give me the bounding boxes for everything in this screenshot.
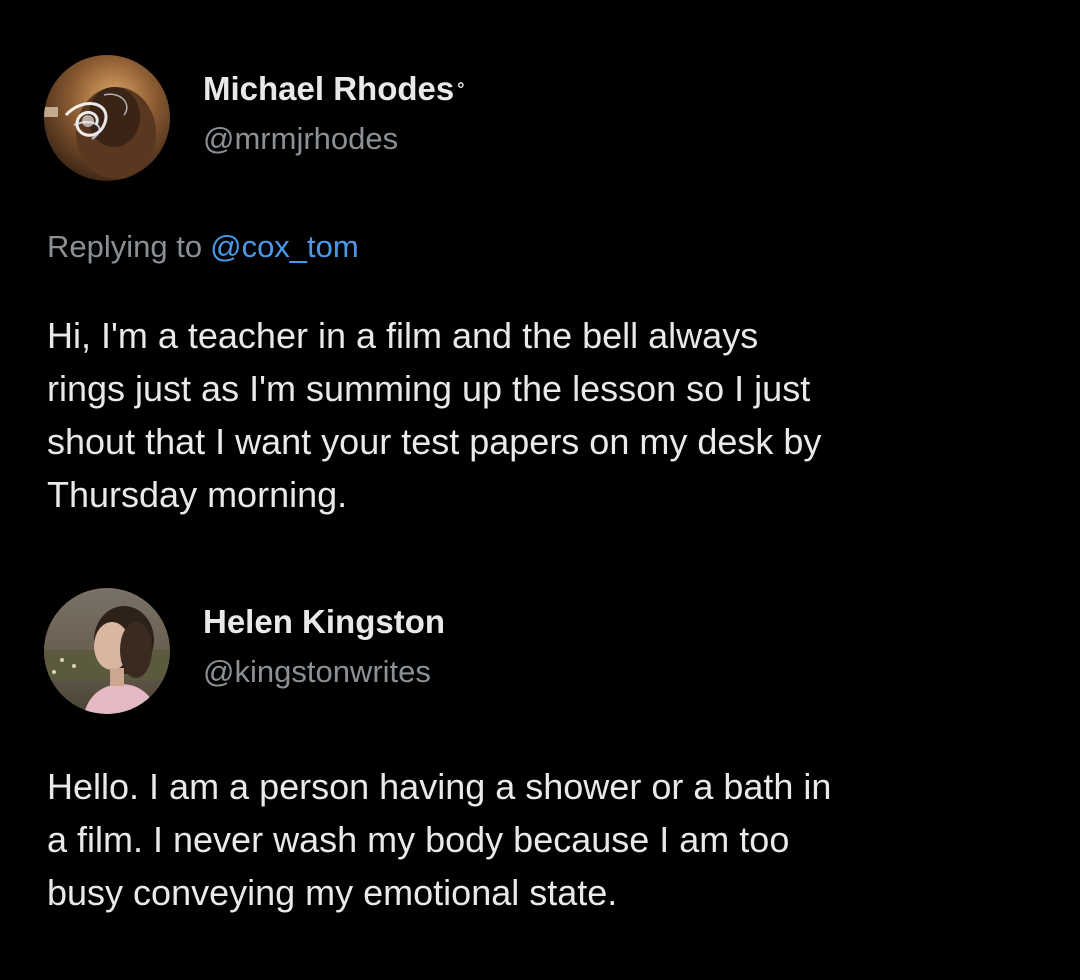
- tweet-text-line: Hello. I am a person having a shower or …: [47, 766, 832, 807]
- tweet-text-line: Hi, I'm a teacher in a film and the bell…: [47, 315, 759, 356]
- avatar[interactable]: [44, 588, 170, 714]
- tweet-text-line: busy conveying my emotional state.: [47, 872, 618, 913]
- author-block: Helen Kingston @kingstonwrites: [203, 602, 445, 692]
- tweet-text: Hello. I am a person having a shower or …: [47, 760, 1037, 919]
- tweet-header: Michael Rhodes ° @mrmjrhodes: [44, 55, 1044, 183]
- tweet-thread-screenshot: Michael Rhodes ° @mrmjrhodes Replying to @…: [0, 0, 1080, 980]
- tweet-text: Hi, I'm a teacher in a film and the bell…: [47, 309, 1037, 521]
- display-name[interactable]: Helen Kingston: [203, 602, 445, 642]
- tweet-text-line: rings just as I'm summing up the lesson …: [47, 368, 811, 409]
- replying-to: Replying to @cox_tom: [47, 227, 359, 267]
- avatar-photo-icon: [44, 588, 170, 714]
- avatar[interactable]: [44, 55, 170, 181]
- replying-to-label: Replying to: [47, 229, 203, 264]
- user-handle[interactable]: @kingstonwrites: [203, 652, 445, 692]
- tweet: Helen Kingston @kingstonwrites Hello. I …: [44, 588, 1044, 913]
- tweet: Michael Rhodes ° @mrmjrhodes Replying to @…: [44, 55, 1044, 515]
- tweet-text-line: a film. I never wash my body because I a…: [47, 819, 790, 860]
- tweet-text-line: Thursday morning.: [47, 474, 348, 515]
- tweet-header: Helen Kingston @kingstonwrites: [44, 588, 1044, 716]
- user-handle[interactable]: @mrmjrhodes: [203, 119, 464, 159]
- tweet-text-line: shout that I want your test papers on my…: [47, 421, 822, 462]
- name-mark: °: [457, 79, 465, 99]
- avatar-photo-icon: [44, 55, 170, 181]
- author-block: Michael Rhodes ° @mrmjrhodes: [203, 69, 464, 159]
- display-name[interactable]: Michael Rhodes °: [203, 69, 464, 109]
- reply-mention-link[interactable]: @cox_tom: [210, 229, 359, 264]
